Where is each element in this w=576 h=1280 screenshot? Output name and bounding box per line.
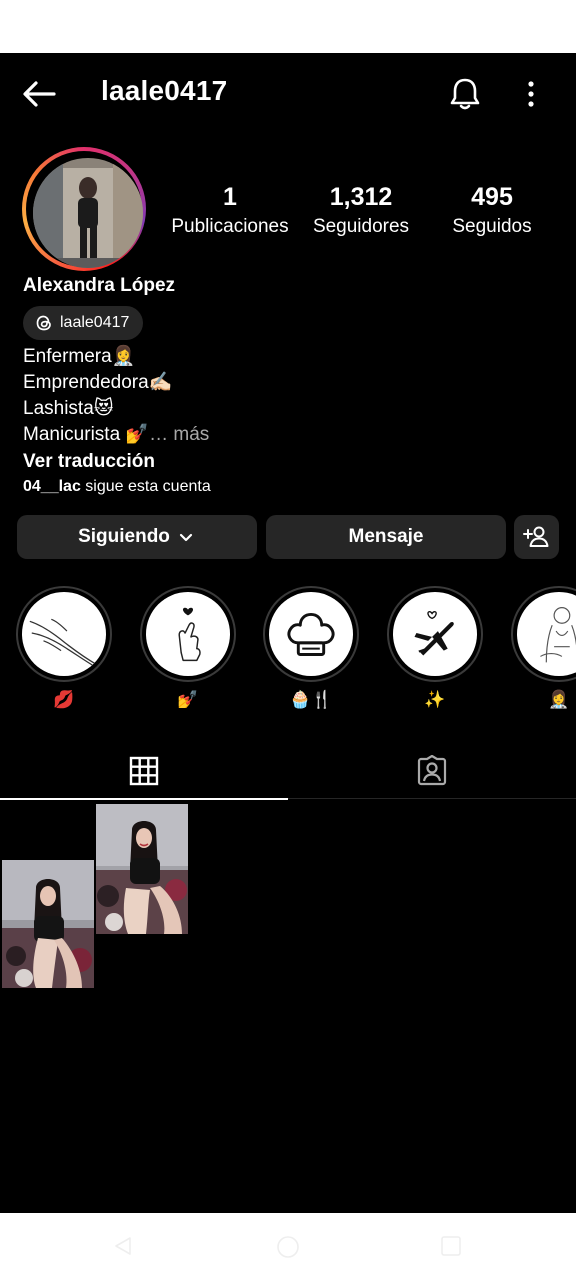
nav-recents-icon[interactable] [440, 1235, 462, 1257]
following-button-label: Siguiendo [78, 526, 170, 547]
full-name: Alexandra López [23, 275, 176, 296]
highlight-label: 🧁🍴 [289, 690, 333, 709]
profile-screen: laale0417 1 Publicaciones 1,312 Seguidor… [0, 53, 576, 1213]
top-bar: laale0417 [0, 53, 576, 133]
threads-badge[interactable]: laale0417 [23, 306, 144, 340]
highlight-label: 👩‍⚕️ [548, 690, 570, 709]
notifications-button[interactable] [446, 75, 484, 113]
profile-tabs [0, 743, 576, 800]
bio-line-text: Manicurista 💅 [23, 424, 150, 445]
following-count[interactable]: 495 Seguidos [446, 183, 538, 239]
status-bar [0, 0, 576, 53]
chef-hat-icon [269, 592, 353, 676]
grid-icon [129, 756, 159, 786]
posts-count-value: 1 [223, 183, 237, 211]
message-button-label: Mensaje [348, 526, 424, 547]
active-tab-indicator [0, 798, 288, 800]
mutual-follower-text[interactable]: 04__lac sigue esta cuenta [23, 478, 211, 496]
followers-count[interactable]: 1,312 Seguidores [306, 183, 416, 239]
tagged-person-icon [417, 755, 447, 786]
threads-handle: laale0417 [60, 314, 130, 331]
bio-line-last: Manicurista 💅… más [23, 423, 209, 447]
story-highlight[interactable]: 🧁🍴 [263, 586, 359, 710]
bio-line: Emprendedora✍🏻 [23, 372, 173, 393]
post-thumbnail[interactable] [96, 804, 188, 934]
nav-home-icon[interactable] [276, 1235, 300, 1259]
story-highlight[interactable]: ✨ [387, 586, 483, 710]
highlight-label: 💅 [177, 690, 199, 709]
post-thumbnail[interactable] [2, 860, 94, 988]
bio-more-link[interactable]: … más [149, 424, 209, 445]
tab-tagged[interactable] [288, 743, 576, 799]
profile-avatar[interactable] [22, 147, 146, 271]
airplane-icon [393, 592, 477, 676]
options-button[interactable] [519, 77, 543, 111]
more-vertical-icon [528, 81, 534, 107]
mutual-follower-suffix: sigue esta cuenta [80, 478, 211, 495]
add-person-icon [522, 526, 548, 547]
tab-grid[interactable] [0, 743, 288, 800]
back-arrow-icon [23, 81, 56, 107]
posts-count-label: Publicaciones [171, 216, 289, 237]
story-highlight[interactable]: 💋 [16, 586, 112, 710]
posts-count[interactable]: 1 Publicaciones [168, 183, 292, 239]
chevron-down-icon [179, 533, 193, 542]
mutual-follower-username: 04__lac [23, 478, 81, 495]
highlight-label: 💋 [53, 690, 75, 709]
following-count-value: 495 [471, 183, 513, 211]
back-button[interactable] [20, 77, 60, 111]
system-navigation-bar [0, 1213, 576, 1280]
bio-line: Enfermera👩‍⚕️ [23, 346, 136, 367]
finger-heart-icon [146, 592, 230, 676]
story-highlight[interactable]: 👩‍⚕️ [511, 586, 576, 710]
header-username: laale0417 [101, 75, 228, 106]
highlight-label: ✨ [424, 690, 446, 709]
bell-icon [450, 78, 480, 110]
message-button[interactable]: Mensaje [266, 515, 506, 559]
following-count-label: Seguidos [452, 216, 532, 237]
suggest-people-button[interactable] [514, 515, 559, 559]
translate-link[interactable]: Ver traducción [23, 451, 155, 473]
threads-icon [36, 315, 51, 331]
followers-count-label: Seguidores [312, 216, 410, 237]
avatar-photo [33, 158, 143, 268]
nurse-drawing-icon [517, 592, 576, 676]
following-button[interactable]: Siguiendo [17, 515, 257, 559]
hands-drawing-icon [22, 592, 106, 676]
followers-count-value: 1,312 [329, 183, 393, 211]
nav-back-icon[interactable] [112, 1235, 134, 1257]
story-highlight[interactable]: 💅 [140, 586, 236, 710]
bio-line: Lashista😻 [23, 398, 114, 419]
